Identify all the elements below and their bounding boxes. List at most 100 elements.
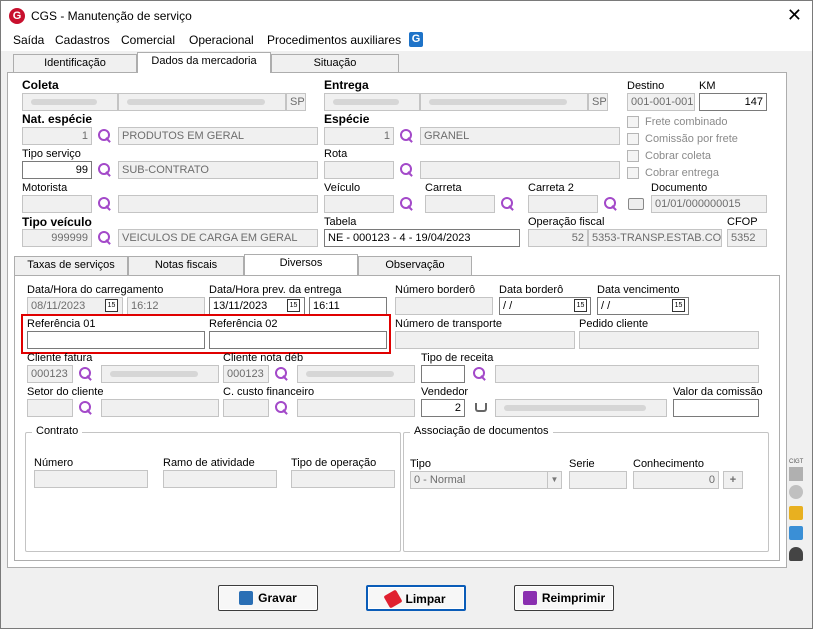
destino-field[interactable]: 001-001-001 [627, 93, 695, 111]
setor-cliente-code-field[interactable] [27, 399, 73, 417]
hand-pointer-icon[interactable] [789, 506, 803, 520]
documento-field[interactable]: 01/01/000000015 [651, 195, 767, 213]
ref01-field[interactable] [27, 331, 205, 349]
cliente-fatura-code-field[interactable]: 000123 [27, 365, 73, 383]
coleta-code-field[interactable] [22, 93, 118, 111]
veiculo-field[interactable] [324, 195, 394, 213]
op-fiscal-code-field[interactable]: 52 [528, 229, 588, 247]
tipo-servico-desc-field[interactable]: SUB-CONTRATO [118, 161, 318, 179]
cigt-icon[interactable] [789, 467, 803, 481]
data-entrega-calendar-icon[interactable]: 15 [287, 299, 300, 312]
tab-taxas-servicos[interactable]: Taxas de serviços [14, 256, 128, 275]
op-fiscal-desc-field[interactable]: 5353-TRANSP.ESTAB.CO [588, 229, 722, 247]
limpar-button[interactable]: Limpar [366, 585, 466, 611]
vendedor-code-field[interactable]: 2 [421, 399, 465, 417]
setor-cliente-desc-field[interactable] [101, 399, 219, 417]
coleta-uf-field[interactable]: SP [286, 93, 306, 111]
assoc-conhecimento-field[interactable]: 0 [633, 471, 719, 489]
num-bordero-field[interactable] [395, 297, 493, 315]
entrega-code-field[interactable] [324, 93, 420, 111]
cliente-nota-search-icon[interactable] [273, 366, 289, 382]
gravar-button[interactable]: Gravar [218, 585, 318, 611]
tab-situacao[interactable]: Situação [271, 54, 399, 73]
nat-especie-desc-field[interactable]: PRODUTOS EM GERAL [118, 127, 318, 145]
user-icon[interactable] [789, 547, 803, 561]
cliente-fatura-search-icon[interactable] [77, 366, 93, 382]
num-transporte-field[interactable] [395, 331, 575, 349]
motorista-name-field[interactable] [118, 195, 318, 213]
carreta2-search-icon[interactable] [602, 196, 618, 212]
tab-observacao[interactable]: Observação [358, 256, 472, 275]
data-bordero-calendar-icon[interactable]: 15 [574, 299, 587, 312]
data-entrega-time-field[interactable]: 16:11 [309, 297, 387, 315]
especie-code-field[interactable]: 1 [324, 127, 394, 145]
menu-saida[interactable]: Saída [13, 33, 44, 47]
assoc-serie-field[interactable] [569, 471, 627, 489]
contrato-ramo-field[interactable] [163, 470, 277, 488]
custo-fin-desc-field[interactable] [297, 399, 415, 417]
rota-code-field[interactable] [324, 161, 394, 179]
frete-combinado-checkbox[interactable] [627, 116, 639, 128]
menu-operacional[interactable]: Operacional [189, 33, 254, 47]
entrega-uf-field[interactable]: SP [588, 93, 608, 111]
especie-search-icon[interactable] [398, 128, 414, 144]
carreta-search-icon[interactable] [499, 196, 515, 212]
data-venc-calendar-icon[interactable]: 15 [672, 299, 685, 312]
carreta-field[interactable] [425, 195, 495, 213]
data-carregamento-calendar-icon[interactable]: 15 [105, 299, 118, 312]
tabela-field[interactable]: NE - 000123 - 4 - 19/04/2023 [324, 229, 520, 247]
km-field[interactable]: 147 [699, 93, 767, 111]
tab-dados-mercadoria[interactable]: Dados da mercadoria [137, 52, 271, 73]
people-icon[interactable] [789, 526, 803, 540]
tipo-servico-code-field[interactable]: 99 [22, 161, 92, 179]
cobrar-entrega-checkbox[interactable] [627, 167, 639, 179]
rota-search-icon[interactable] [398, 162, 414, 178]
tab-identificacao[interactable]: Identificação [13, 54, 137, 73]
contrato-numero-field[interactable] [34, 470, 148, 488]
chevron-down-icon[interactable]: ▼ [547, 472, 561, 488]
tipo-servico-search-icon[interactable] [96, 162, 112, 178]
record-icon[interactable] [789, 485, 803, 499]
cliente-nota-code-field[interactable]: 000123 [223, 365, 269, 383]
data-carregamento-time-field[interactable]: 16:12 [127, 297, 205, 315]
custo-fin-search-icon[interactable] [273, 400, 289, 416]
cfop-field[interactable]: 5352 [727, 229, 767, 247]
custo-fin-code-field[interactable] [223, 399, 269, 417]
carreta2-field[interactable] [528, 195, 598, 213]
menu-comercial[interactable]: Comercial [121, 33, 175, 47]
cobrar-coleta-checkbox[interactable] [627, 150, 639, 162]
ref02-field[interactable] [209, 331, 387, 349]
tipo-receita-code-field[interactable] [421, 365, 465, 383]
nat-especie-code-field[interactable]: 1 [22, 127, 92, 145]
binoculars-icon[interactable] [475, 403, 487, 412]
nat-especie-search-icon[interactable] [96, 128, 112, 144]
entrega-name-field[interactable] [420, 93, 588, 111]
cliente-nota-name-field[interactable] [297, 365, 415, 383]
comissao-frete-checkbox[interactable] [627, 133, 639, 145]
motorista-code-field[interactable] [22, 195, 92, 213]
contrato-tipo-op-field[interactable] [291, 470, 395, 488]
menu-cadastros[interactable]: Cadastros [55, 33, 110, 47]
tab-diversos[interactable]: Diversos [244, 254, 358, 275]
tipo-receita-search-icon[interactable] [471, 366, 487, 382]
tab-notas-fiscais[interactable]: Notas fiscais [128, 256, 244, 275]
tipo-veiculo-search-icon[interactable] [96, 230, 112, 246]
close-button[interactable]: ✕ [787, 5, 802, 25]
setor-cliente-search-icon[interactable] [77, 400, 93, 416]
assoc-add-button[interactable]: + [723, 471, 743, 489]
rota-desc-field[interactable] [420, 161, 620, 179]
vendedor-name-field[interactable] [495, 399, 667, 417]
assoc-tipo-select[interactable]: 0 - Normal [410, 471, 562, 489]
tipo-veiculo-desc-field[interactable]: VEICULOS DE CARGA EM GERAL [118, 229, 318, 247]
app-shortcut-icon[interactable]: G [409, 32, 423, 47]
veiculo-search-icon[interactable] [398, 196, 414, 212]
pedido-cliente-field[interactable] [579, 331, 759, 349]
reimprimir-button[interactable]: Reimprimir [514, 585, 614, 611]
coleta-name-field[interactable] [118, 93, 286, 111]
tipo-receita-desc-field[interactable] [495, 365, 759, 383]
menu-procedimentos[interactable]: Procedimentos auxiliares [267, 33, 401, 47]
especie-desc-field[interactable]: GRANEL [420, 127, 620, 145]
valor-comissao-field[interactable] [673, 399, 759, 417]
motorista-search-icon[interactable] [96, 196, 112, 212]
cliente-fatura-name-field[interactable] [101, 365, 219, 383]
